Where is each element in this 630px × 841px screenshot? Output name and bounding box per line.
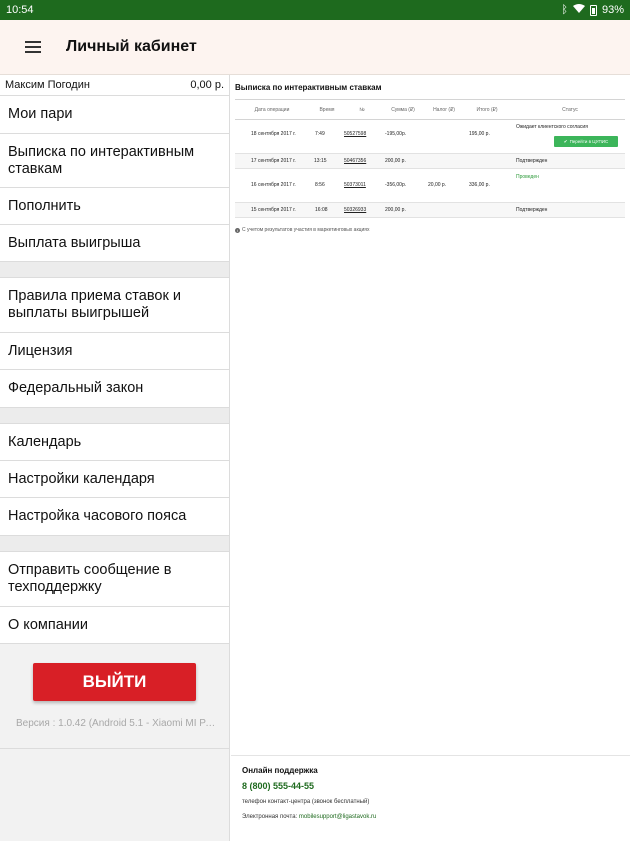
status-bar: 10:54 ᛒ 93%: [0, 0, 630, 20]
row-status: Подтвержден: [516, 158, 548, 164]
row-time: 7:49: [315, 131, 325, 137]
menu-group-legal: Правила приема ставок и выплаты выигрыше…: [0, 278, 229, 408]
check-icon: ✔: [563, 138, 568, 144]
sidebar-item-license[interactable]: Лицензия: [0, 333, 229, 370]
logout-area: ВЫЙТИ Версия : 1.0.42 (Android 5.1 - Xia…: [0, 644, 229, 749]
row-status: Проведен: [516, 174, 539, 180]
sidebar-item-rules[interactable]: Правила приема ставок и выплаты выигрыше…: [0, 278, 229, 333]
row-number-link[interactable]: 50467356: [344, 158, 366, 164]
table-row: 15 сентября 2017 г. 16:08 50326933 200,0…: [235, 203, 625, 218]
divider: [0, 408, 229, 424]
row-status: Ожидает клиентского согласия: [516, 124, 588, 130]
table-header: Дата операции Время № Сумма (₽) Налог (₽…: [235, 99, 625, 120]
status-icons: ᛒ 93%: [561, 4, 624, 16]
statement-title: Выписка по интерактивным ставкам: [235, 83, 382, 92]
page-title: Личный кабинет: [66, 38, 197, 55]
col-total: Итого (₽): [476, 107, 498, 113]
goto-cupis-label: Перейти в ЦУПИС: [569, 139, 609, 144]
col-date: Дата операции: [254, 107, 290, 113]
sidebar-item-timezone[interactable]: Настройка часового пояса: [0, 498, 229, 536]
sidebar-item-support-message[interactable]: Отправить сообщение в техподдержку: [0, 552, 229, 607]
row-time: 13:15: [314, 158, 327, 164]
clock: 10:54: [6, 4, 34, 16]
app-header: Личный кабинет: [0, 20, 630, 75]
menu-icon[interactable]: [25, 41, 41, 53]
row-total: 195,00 р.: [469, 131, 490, 137]
info-icon: i: [235, 227, 240, 233]
support-phone-desc: телефон контакт-центра (звонок бесплатны…: [242, 799, 370, 805]
sidebar-item-statement[interactable]: Выписка по интерактивным ставкам: [0, 134, 229, 188]
user-row: Максим Погодин 0,00 р.: [0, 75, 229, 96]
sidebar-item-calendar-settings[interactable]: Настройки календаря: [0, 461, 229, 498]
support-email-link[interactable]: mobilesupport@ligastavok.ru: [299, 814, 376, 820]
row-tax: 20,00 р.: [428, 182, 447, 188]
logout-button[interactable]: ВЫЙТИ: [33, 663, 196, 701]
user-name: Максим Погодин: [5, 79, 90, 91]
divider: [0, 262, 229, 278]
divider: [0, 536, 229, 552]
row-date: 15 сентября 2017 г.: [251, 207, 296, 213]
row-number-link[interactable]: 50527598: [344, 131, 366, 137]
row-total: 336,00 р.: [469, 182, 490, 188]
row-amount: -356,00р.: [385, 182, 407, 188]
col-number: №: [359, 107, 365, 113]
footnote: i С учетом результатов участия в маркети…: [235, 227, 370, 233]
wifi-icon: [572, 4, 585, 16]
col-status: Статус: [562, 107, 578, 113]
menu-group-calendar: Календарь Настройки календаря Настройка …: [0, 424, 229, 536]
battery-icon: [589, 4, 597, 16]
version-label: Версия : 1.0.42 (Android 5.1 - Xiaomi MI…: [16, 718, 221, 729]
sidebar-item-withdraw[interactable]: Выплата выигрыша: [0, 225, 229, 262]
table-row: 16 сентября 2017 г. 8:56 50373011 -356,0…: [235, 169, 625, 203]
support-title: Онлайн поддержка: [242, 766, 318, 775]
row-time: 16:08: [315, 207, 328, 213]
footnote-text: С учетом результатов участия в маркетинг…: [242, 227, 370, 233]
menu-group-support: Отправить сообщение в техподдержку О ком…: [0, 552, 229, 644]
table-row: 18 сентября 2017 г. 7:49 50527598 -195,0…: [235, 120, 625, 154]
sidebar-item-calendar[interactable]: Календарь: [0, 424, 229, 461]
col-amount: Сумма (₽): [391, 107, 415, 113]
row-amount: 200,00 р.: [385, 207, 406, 213]
statement-table: Дата операции Время № Сумма (₽) Налог (₽…: [235, 99, 625, 218]
goto-cupis-button[interactable]: ✔ Перейти в ЦУПИС: [554, 136, 618, 147]
sidebar-item-my-bets[interactable]: Мои пари: [0, 96, 229, 134]
user-balance: 0,00 р.: [190, 79, 224, 91]
table-row: 17 сентября 2017 г. 13:15 50467356 200,0…: [235, 154, 625, 169]
row-amount: 200,00 р.: [385, 158, 406, 164]
statement-panel: Выписка по интерактивным ставкам Дата оп…: [231, 75, 630, 841]
support-block: Онлайн поддержка 8 (800) 555-44-55 телеф…: [231, 755, 630, 841]
row-time: 8:56: [315, 182, 325, 188]
row-date: 16 сентября 2017 г.: [251, 182, 296, 188]
menu-group-account: Мои пари Выписка по интерактивным ставка…: [0, 96, 229, 262]
support-email-label: Электронная почта:: [242, 814, 298, 820]
sidebar-item-about[interactable]: О компании: [0, 607, 229, 644]
col-time: Время: [319, 107, 335, 113]
battery-percent: 93%: [601, 4, 624, 16]
sidebar: Максим Погодин 0,00 р. Мои пари Выписка …: [0, 75, 230, 841]
bluetooth-icon: ᛒ: [561, 4, 568, 16]
row-date: 18 сентября 2017 г.: [251, 131, 296, 137]
support-email-row: Электронная почта: mobilesupport@ligasta…: [242, 814, 376, 820]
col-tax: Налог (₽): [433, 107, 455, 113]
row-number-link[interactable]: 50326933: [344, 207, 366, 213]
support-phone-link[interactable]: 8 (800) 555-44-55: [242, 781, 314, 791]
sidebar-item-federal-law[interactable]: Федеральный закон: [0, 370, 229, 408]
row-number-link[interactable]: 50373011: [344, 182, 366, 188]
row-amount: -195,00р.: [385, 131, 407, 137]
row-status: Подтвержден: [516, 207, 548, 213]
row-date: 17 сентября 2017 г.: [251, 158, 296, 164]
sidebar-item-deposit[interactable]: Пополнить: [0, 188, 229, 225]
